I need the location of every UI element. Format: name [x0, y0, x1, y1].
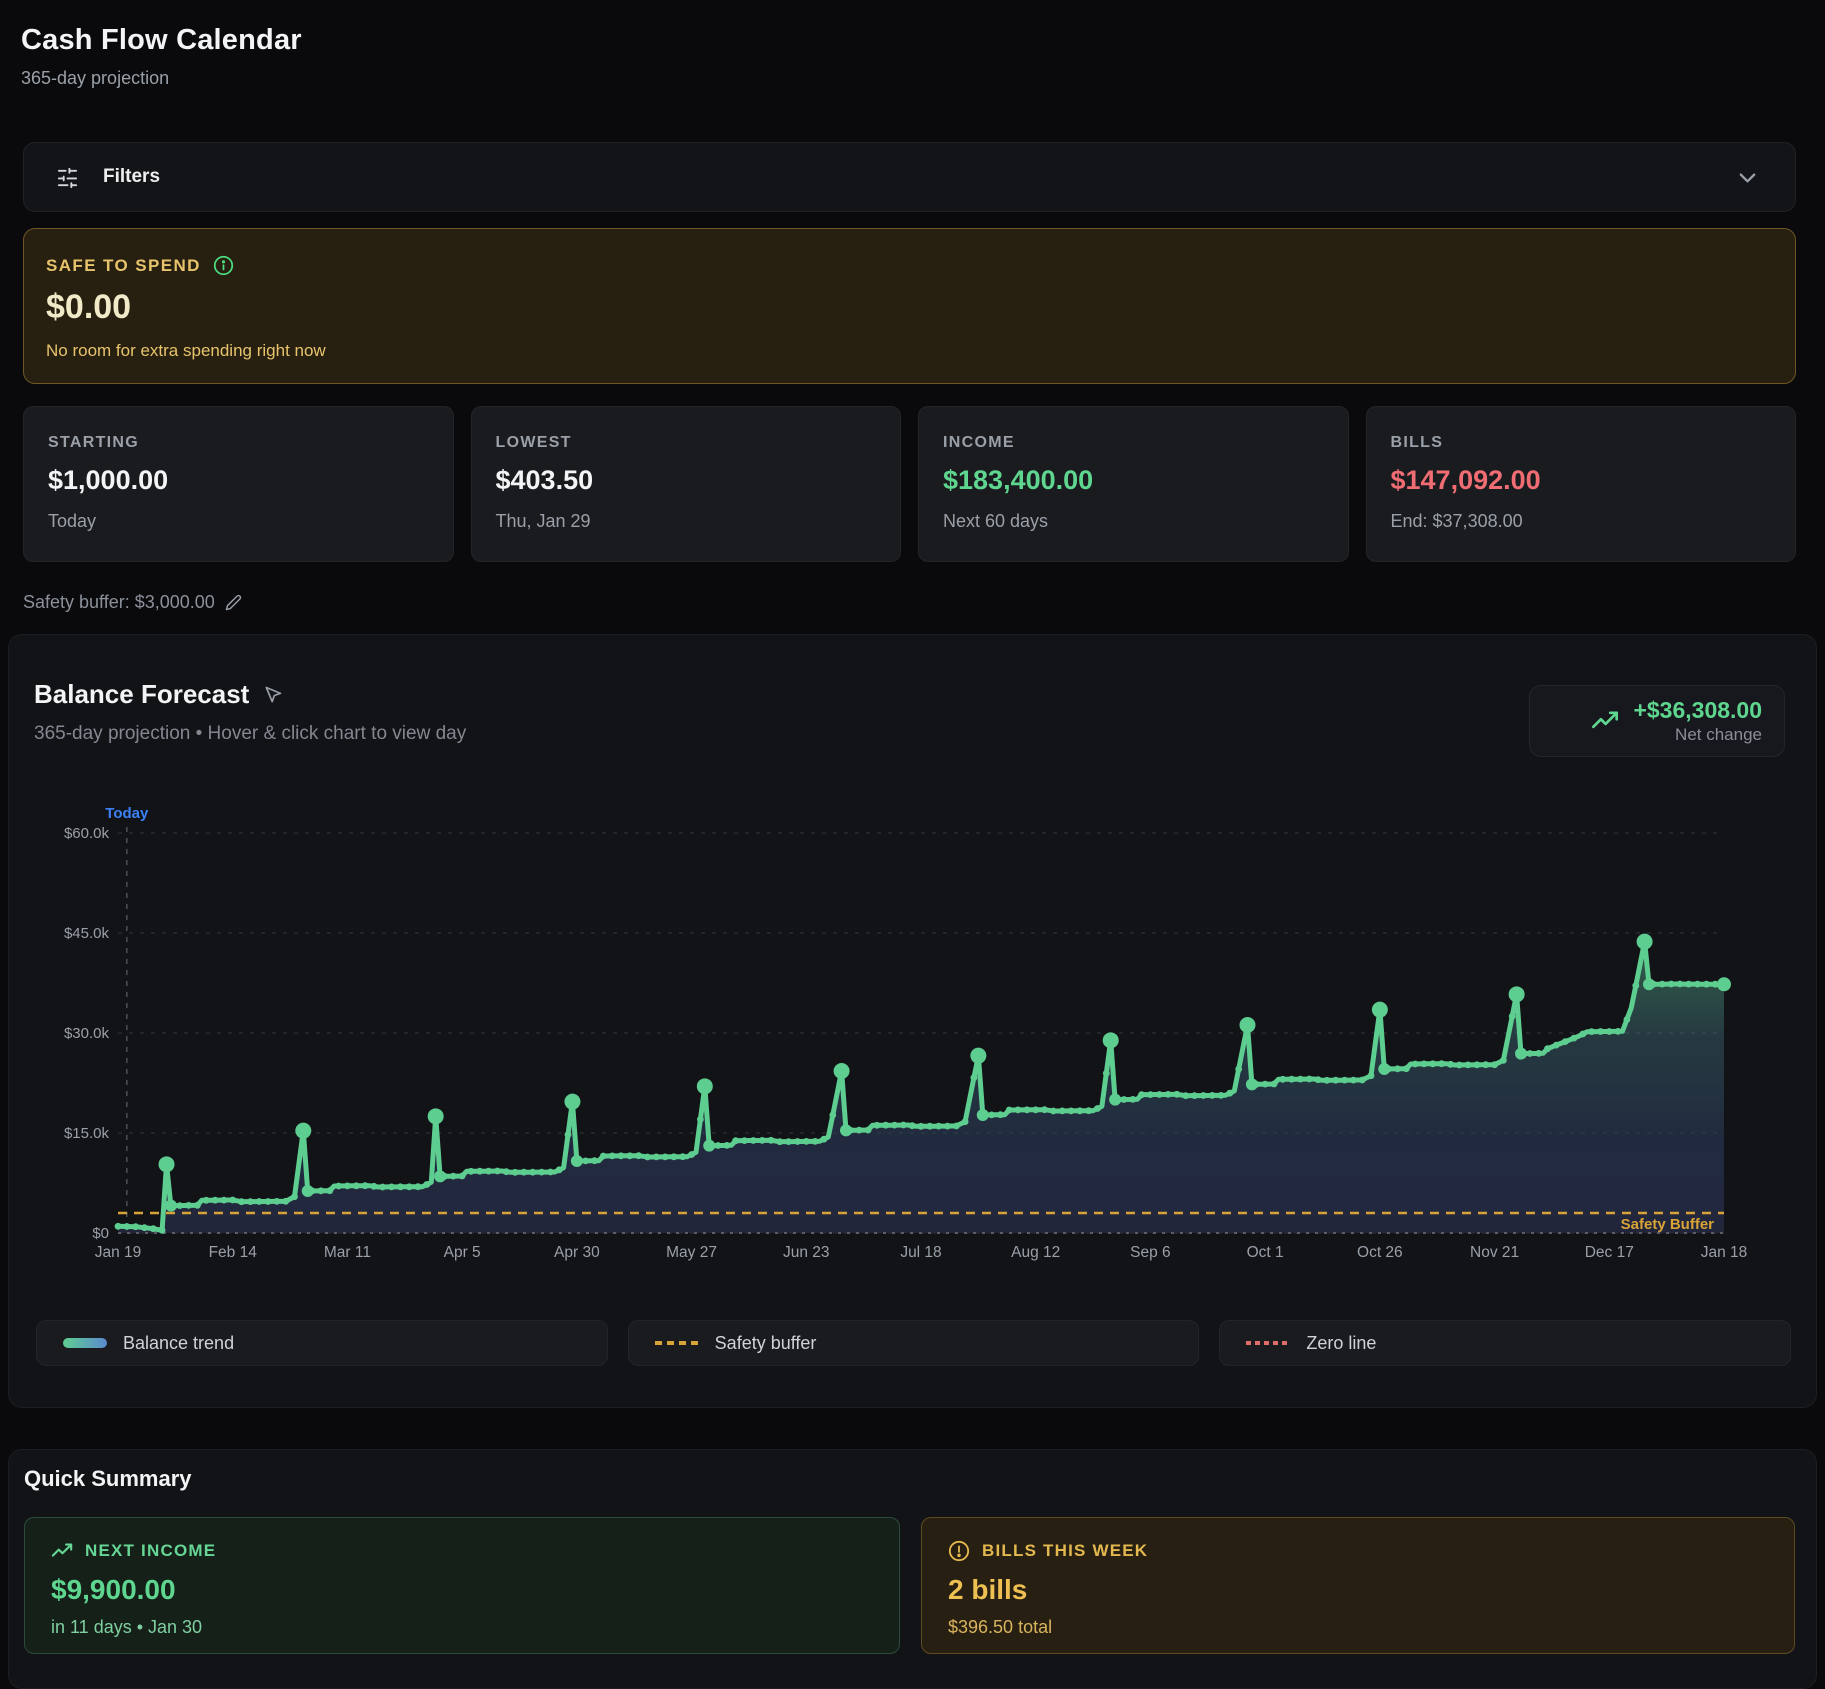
svg-text:$30.0k: $30.0k: [64, 1025, 110, 1042]
legend-label: Balance trend: [123, 1333, 234, 1354]
svg-text:Mar 11: Mar 11: [324, 1244, 371, 1261]
svg-text:$45.0k: $45.0k: [64, 925, 110, 942]
svg-text:Apr 5: Apr 5: [444, 1244, 481, 1261]
stat-label: STARTING: [48, 434, 453, 452]
svg-text:Aug 12: Aug 12: [1011, 1244, 1060, 1261]
stat-label: INCOME: [943, 434, 1348, 452]
legend-label: Zero line: [1306, 1333, 1376, 1354]
stat-value: $1,000.00: [48, 465, 453, 496]
svg-text:May 27: May 27: [666, 1244, 717, 1261]
bills-this-week-card: BILLS THIS WEEK 2 bills $396.50 total: [921, 1517, 1795, 1654]
balance-forecast-panel: $60.0k $45.0k $30.0k $15.0k $0 Today Safety Bu…: [8, 634, 1817, 1408]
stat-card-bills: BILLS $147,092.00 End: $37,308.00: [1366, 406, 1797, 562]
safety-buffer-note: Safety buffer: $3,000.00: [23, 592, 215, 613]
svg-text:Jun 23: Jun 23: [783, 1244, 830, 1261]
stat-value: $403.50: [496, 465, 901, 496]
bills-week-sub: $396.50 total: [948, 1617, 1794, 1638]
svg-text:Jan 18: Jan 18: [1701, 1244, 1748, 1261]
mouse-pointer-icon: [263, 685, 283, 705]
stat-sub: Thu, Jan 29: [496, 511, 901, 532]
trending-up-icon: [51, 1540, 73, 1562]
trending-up-icon: [1591, 707, 1619, 735]
sliders-icon: [56, 166, 79, 189]
safe-to-spend-note: No room for extra spending right now: [46, 341, 1795, 361]
page-subtitle: 365-day projection: [21, 68, 169, 89]
svg-text:Sep 6: Sep 6: [1130, 1244, 1171, 1261]
next-income-label: NEXT INCOME: [85, 1541, 216, 1561]
svg-text:Dec 17: Dec 17: [1585, 1244, 1634, 1261]
net-change-badge: +$36,308.00 Net change: [1529, 685, 1785, 757]
safe-to-spend-value: $0.00: [46, 288, 1795, 327]
svg-text:Apr 30: Apr 30: [554, 1244, 600, 1261]
page-title: Cash Flow Calendar: [21, 24, 302, 57]
stat-sub: Next 60 days: [943, 511, 1348, 532]
svg-text:Nov 21: Nov 21: [1470, 1244, 1519, 1261]
svg-text:Oct 26: Oct 26: [1357, 1244, 1403, 1261]
bills-week-label: BILLS THIS WEEK: [982, 1541, 1148, 1561]
next-income-card: NEXT INCOME $9,900.00 in 11 days • Jan 3…: [24, 1517, 900, 1654]
stats-row: STARTING $1,000.00 Today LOWEST $403.50 …: [23, 406, 1796, 562]
next-income-sub: in 11 days • Jan 30: [51, 1617, 899, 1638]
legend-item-safety-buffer: Safety buffer: [628, 1320, 1200, 1366]
forecast-subtitle: 365-day projection • Hover & click chart…: [34, 723, 466, 745]
forecast-title: Balance Forecast: [34, 679, 249, 710]
svg-text:$60.0k: $60.0k: [64, 825, 110, 842]
stat-card-income: INCOME $183,400.00 Next 60 days: [918, 406, 1349, 562]
info-icon[interactable]: [213, 255, 234, 276]
svg-text:Feb 14: Feb 14: [209, 1244, 258, 1261]
chevron-down-icon[interactable]: [1736, 166, 1759, 189]
bills-week-value: 2 bills: [948, 1574, 1794, 1606]
safe-to-spend-card: SAFE TO SPEND $0.00 No room for extra sp…: [23, 228, 1796, 384]
zero-line-swatch: [1246, 1341, 1290, 1345]
stat-label: BILLS: [1391, 434, 1796, 452]
safe-to-spend-label: SAFE TO SPEND: [46, 256, 201, 276]
svg-text:Oct 1: Oct 1: [1247, 1244, 1284, 1261]
legend-item-balance-trend: Balance trend: [36, 1320, 608, 1366]
svg-text:Safety Buffer: Safety Buffer: [1621, 1216, 1715, 1233]
stat-sub: Today: [48, 511, 453, 532]
next-income-value: $9,900.00: [51, 1574, 899, 1606]
stat-card-lowest: LOWEST $403.50 Thu, Jan 29: [471, 406, 902, 562]
stat-card-starting: STARTING $1,000.00 Today: [23, 406, 454, 562]
svg-text:Today: Today: [105, 805, 149, 822]
quick-summary-title: Quick Summary: [24, 1466, 192, 1492]
edit-pencil-icon[interactable]: [225, 594, 242, 611]
filters-label: Filters: [103, 166, 160, 188]
legend-label: Safety buffer: [715, 1333, 817, 1354]
svg-text:$15.0k: $15.0k: [64, 1125, 110, 1142]
svg-text:Jul 18: Jul 18: [900, 1244, 941, 1261]
net-change-label: Net change: [1633, 725, 1762, 745]
stat-sub: End: $37,308.00: [1391, 511, 1796, 532]
alert-circle-icon: [948, 1540, 970, 1562]
stat-value: $183,400.00: [943, 465, 1348, 496]
safety-buffer-swatch: [655, 1341, 699, 1345]
chart-legend: Balance trend Safety buffer Zero line: [36, 1320, 1791, 1366]
svg-text:Jan 19: Jan 19: [95, 1244, 142, 1261]
legend-item-zero-line: Zero line: [1219, 1320, 1791, 1366]
filters-expander[interactable]: Filters: [23, 142, 1796, 212]
balance-trend-swatch: [63, 1338, 107, 1348]
stat-label: LOWEST: [496, 434, 901, 452]
quick-summary-panel: Quick Summary NEXT INCOME $9,900.00 in 1…: [8, 1449, 1817, 1689]
stat-value: $147,092.00: [1391, 465, 1796, 496]
svg-text:$0: $0: [92, 1225, 109, 1242]
net-change-value: +$36,308.00: [1633, 697, 1762, 725]
